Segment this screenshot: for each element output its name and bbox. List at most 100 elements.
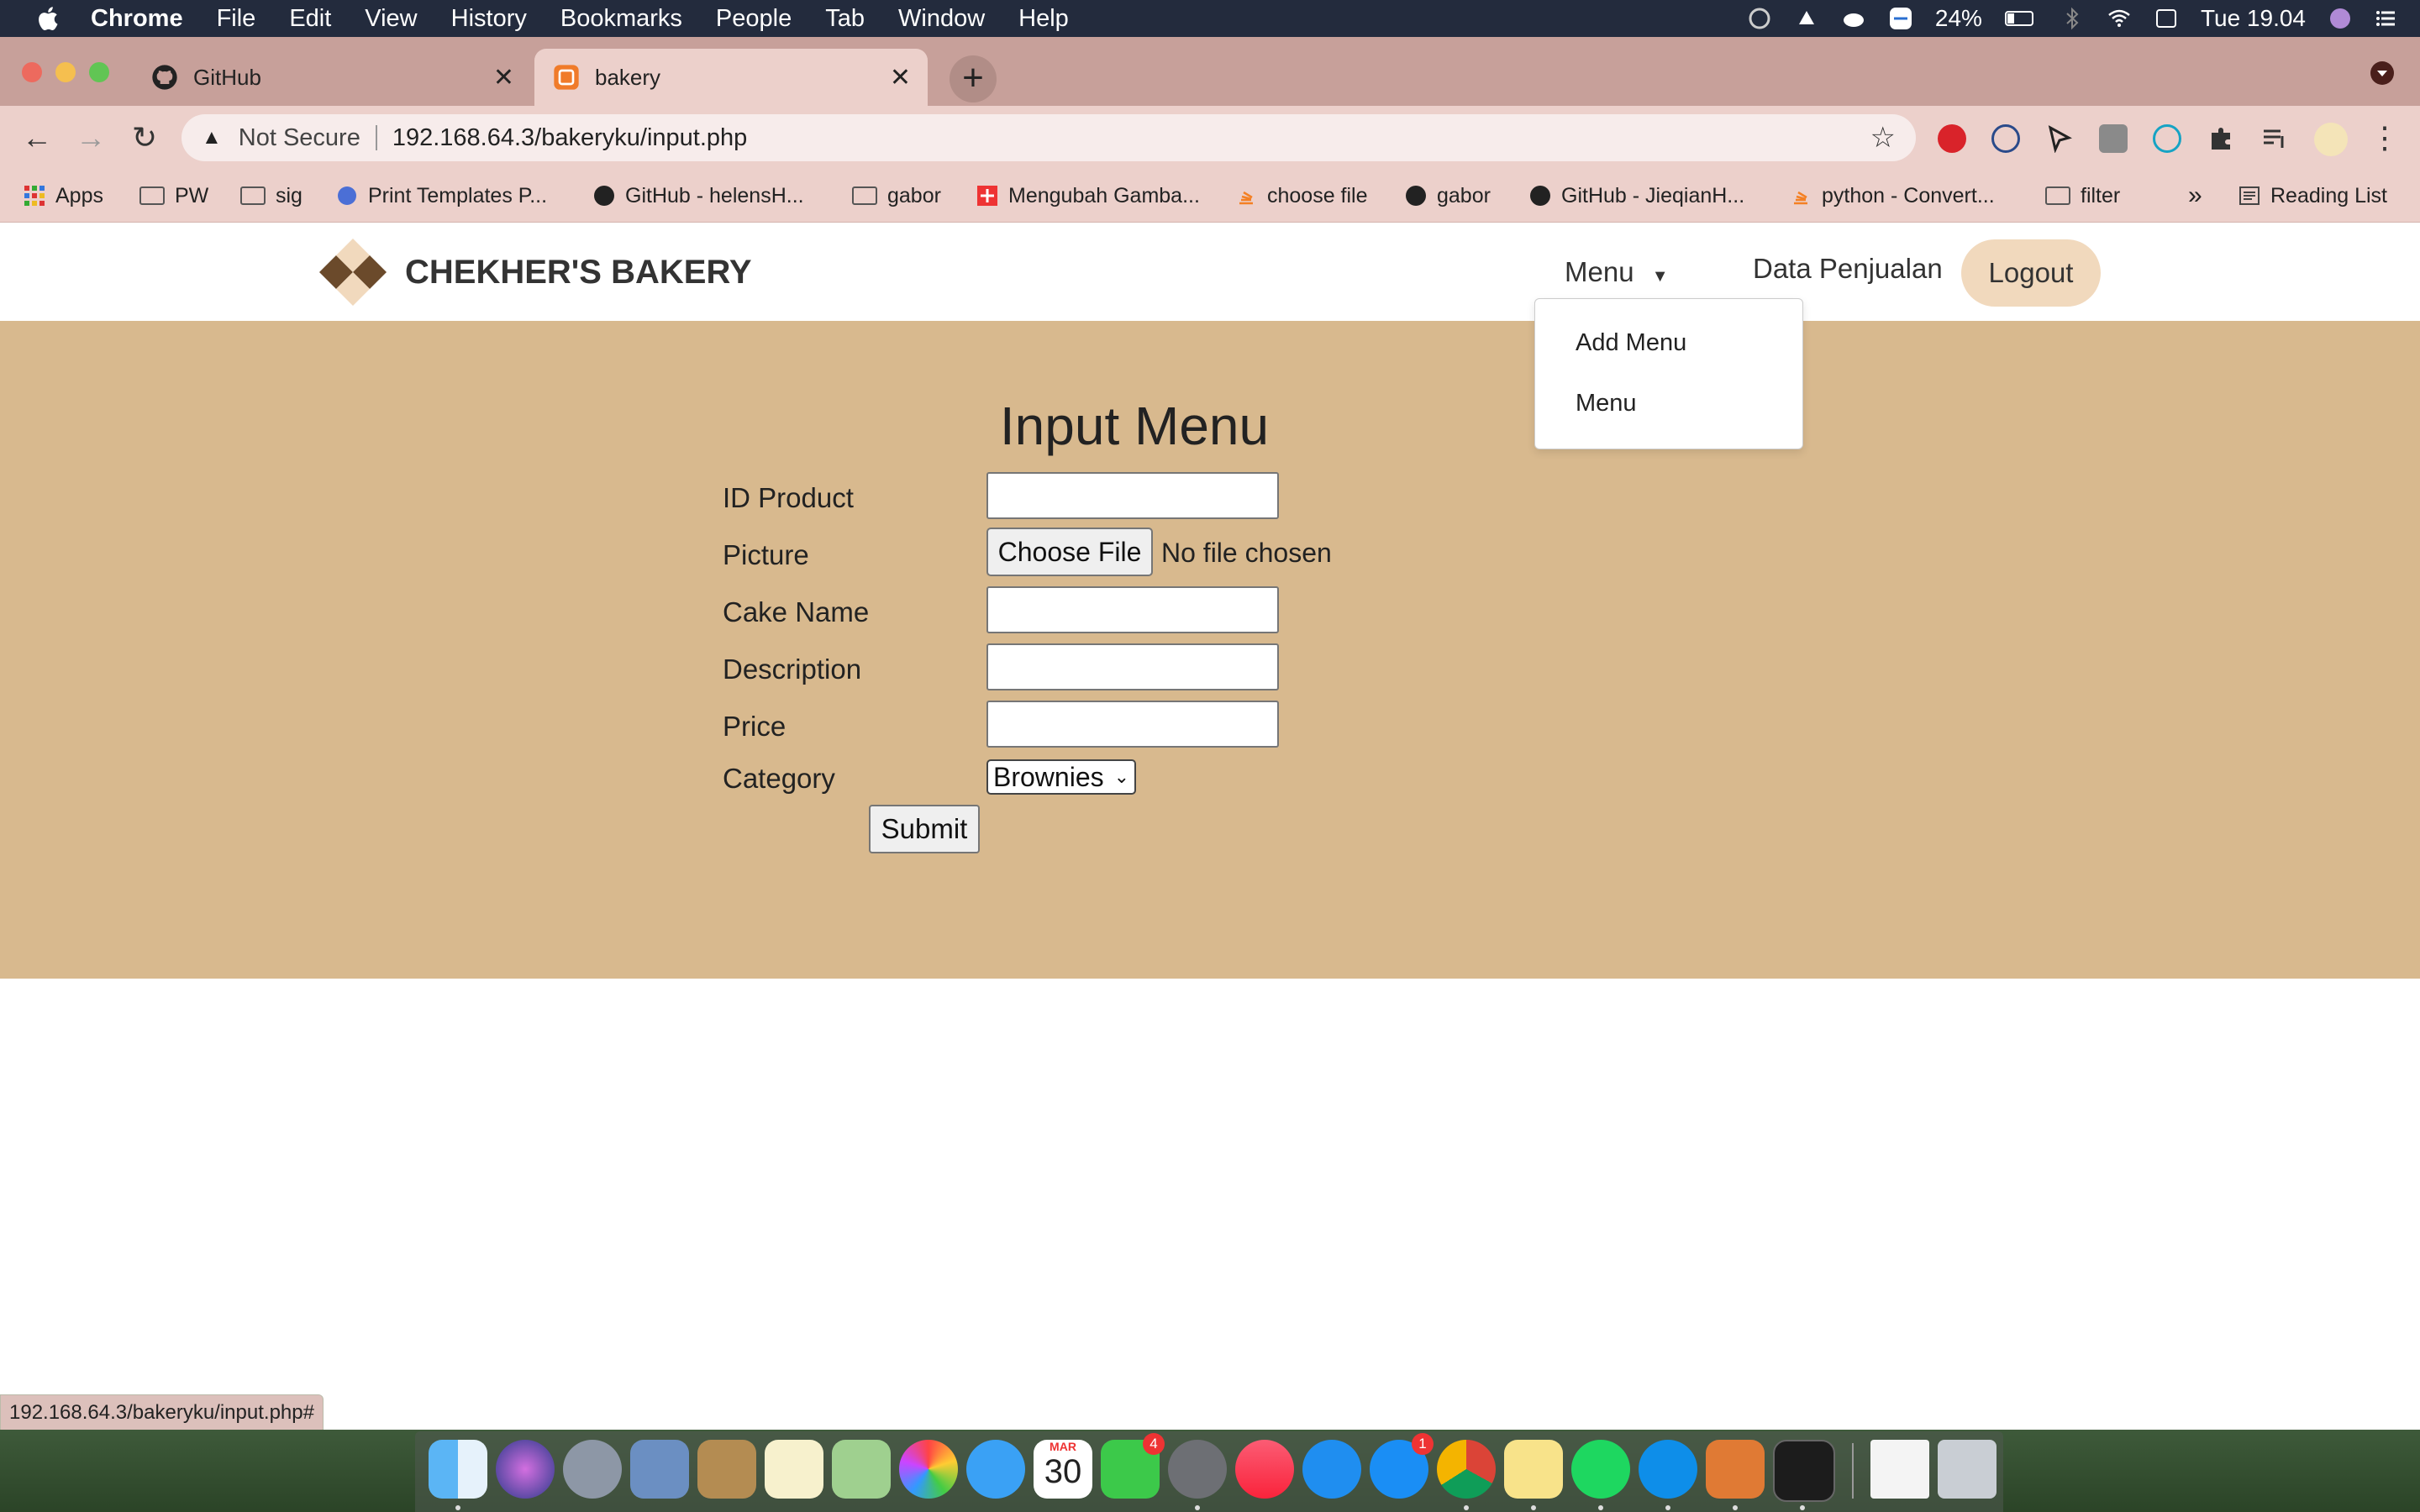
teamviewer-icon[interactable] — [1888, 6, 1913, 31]
bookmark-print-templates[interactable]: Print Templates P... — [336, 178, 547, 213]
forward-button[interactable]: → — [69, 116, 113, 160]
system-preferences-icon[interactable] — [1168, 1440, 1227, 1499]
profile-avatar[interactable] — [2314, 123, 2348, 156]
cloud-sync-icon[interactable] — [1841, 6, 1866, 31]
menubar-tab[interactable]: Tab — [825, 5, 865, 33]
bookmark-filter[interactable]: filter — [2045, 178, 2120, 213]
minimize-window-button[interactable] — [55, 62, 76, 82]
xampp-dock-icon[interactable] — [1706, 1440, 1765, 1499]
notefile-icon[interactable] — [697, 1440, 756, 1499]
bookmark-apps[interactable]: Apps — [24, 178, 103, 213]
finder-icon[interactable] — [429, 1440, 487, 1499]
menubar-history[interactable]: History — [451, 5, 527, 33]
menubar-view[interactable]: View — [365, 5, 417, 33]
siri-icon[interactable] — [2328, 6, 2353, 31]
launchpad-icon[interactable] — [563, 1440, 622, 1499]
control-center-icon[interactable] — [2375, 6, 2400, 31]
bookmark-sig[interactable]: sig — [240, 178, 302, 213]
site-brand[interactable]: CHEKHER'S BAKERY — [318, 234, 752, 310]
document-icon[interactable] — [1870, 1440, 1929, 1499]
spotify-icon[interactable] — [1571, 1440, 1630, 1499]
menubar-clock[interactable]: Tue 19.04 — [2201, 5, 2306, 32]
warning-icon[interactable]: ▲ — [202, 126, 222, 150]
photos-icon[interactable] — [899, 1440, 958, 1499]
safari-icon[interactable] — [1302, 1440, 1361, 1499]
price-input[interactable] — [986, 701, 1279, 748]
teamviewer-dock-icon[interactable] — [1639, 1440, 1697, 1499]
tab-search-icon[interactable] — [2370, 60, 2395, 86]
messages-icon[interactable] — [966, 1440, 1025, 1499]
activity-monitor-icon[interactable] — [1773, 1440, 1835, 1502]
submit-button[interactable]: Submit — [869, 805, 980, 853]
description-input[interactable] — [986, 643, 1279, 690]
tab-github[interactable]: GitHub ✕ — [136, 49, 531, 106]
menubar-file[interactable]: File — [217, 5, 256, 33]
security-label[interactable]: Not Secure — [239, 124, 360, 152]
blocker-extension-icon[interactable] — [1991, 124, 2020, 153]
menubar-bookmarks[interactable]: Bookmarks — [560, 5, 682, 33]
menubar-window[interactable]: Window — [898, 5, 985, 33]
close-window-button[interactable] — [22, 62, 42, 82]
bookmark-mengubah[interactable]: Mengubah Gamba... — [976, 178, 1200, 213]
trash-icon[interactable] — [1938, 1440, 1996, 1499]
close-tab-icon[interactable]: ✕ — [493, 63, 514, 92]
dropdown-item-add-menu[interactable]: Add Menu — [1576, 329, 1686, 357]
maximize-window-button[interactable] — [89, 62, 109, 82]
bookmark-gabor-github[interactable]: gabor — [1405, 178, 1491, 213]
maps-icon[interactable] — [832, 1440, 891, 1499]
bookmarks-overflow-button[interactable]: » — [2188, 178, 2202, 213]
cursor-extension-icon[interactable] — [2045, 124, 2074, 153]
siri-dock-icon[interactable] — [496, 1440, 555, 1499]
menubar-app-name[interactable]: Chrome — [91, 5, 183, 33]
itunes-icon[interactable] — [1235, 1440, 1294, 1499]
bookmark-label: choose file — [1267, 183, 1368, 207]
creative-cloud-icon[interactable] — [1747, 6, 1772, 31]
adblock-extension-icon[interactable] — [1938, 124, 1966, 153]
keyboard-icon[interactable] — [2154, 6, 2179, 31]
facetime-icon[interactable]: 4 — [1101, 1433, 1165, 1499]
preview-icon[interactable] — [630, 1440, 689, 1499]
bookmark-star-icon[interactable]: ☆ — [1870, 121, 1896, 155]
logout-button[interactable]: Logout — [1961, 239, 2101, 307]
wifi-icon[interactable] — [2107, 6, 2132, 31]
bluetooth-icon[interactable] — [2060, 6, 2085, 31]
apple-logo-icon[interactable] — [34, 3, 64, 34]
id-product-input[interactable] — [986, 472, 1279, 519]
reload-button[interactable]: ↻ — [123, 116, 166, 160]
menubar-people[interactable]: People — [716, 5, 792, 33]
gauge-icon[interactable] — [1794, 6, 1819, 31]
menubar-help[interactable]: Help — [1018, 5, 1069, 33]
battery-icon[interactable] — [2004, 6, 2038, 31]
bookmark-gabor-folder[interactable]: gabor — [852, 178, 941, 213]
stickies-icon[interactable] — [1504, 1440, 1563, 1499]
choose-file-button[interactable]: Choose File — [986, 528, 1153, 576]
nav-menu-dropdown[interactable]: Menu ▼ — [1565, 256, 1669, 288]
category-select[interactable]: Brownies ⌄ — [986, 759, 1136, 795]
calendar-icon[interactable]: MAR 30 — [1034, 1440, 1092, 1499]
extensions-puzzle-icon[interactable] — [2207, 124, 2235, 153]
nav-data-penjualan[interactable]: Data Penjualan — [1753, 253, 1943, 285]
reading-list-toolbar-icon[interactable] — [2260, 124, 2289, 153]
cake-name-input[interactable] — [986, 586, 1279, 633]
tab-bakery[interactable]: bakery ✕ — [534, 49, 928, 106]
menubar-edit[interactable]: Edit — [289, 5, 331, 33]
chrome-dock-icon[interactable] — [1437, 1440, 1496, 1499]
back-button[interactable]: ← — [15, 116, 59, 160]
close-tab-icon[interactable]: ✕ — [890, 63, 911, 92]
app-store-icon[interactable]: 1 — [1370, 1433, 1434, 1499]
reading-list-button[interactable]: Reading List — [2238, 178, 2387, 213]
bookmark-pw[interactable]: PW — [139, 178, 208, 213]
url-text[interactable]: 192.168.64.3/bakeryku/input.php — [392, 124, 747, 152]
image-extension-icon[interactable] — [2099, 124, 2128, 153]
folder-icon — [139, 186, 165, 205]
chrome-menu-icon[interactable]: ⋮ — [2363, 116, 2407, 160]
new-tab-button[interactable]: + — [950, 55, 997, 102]
address-bar[interactable]: ▲ Not Secure 192.168.64.3/bakeryku/input… — [182, 114, 1916, 161]
bookmark-github-helens[interactable]: GitHub - helensH... — [593, 178, 804, 213]
bookmark-github-jieqian[interactable]: GitHub - JieqianH... — [1529, 178, 1744, 213]
bookmark-python-convert[interactable]: python - Convert... — [1790, 178, 1995, 213]
bookmark-choose-file[interactable]: choose file — [1235, 178, 1368, 213]
grammarly-extension-icon[interactable] — [2153, 124, 2181, 153]
notes-icon[interactable] — [765, 1440, 823, 1499]
dropdown-item-menu[interactable]: Menu — [1576, 390, 1637, 417]
